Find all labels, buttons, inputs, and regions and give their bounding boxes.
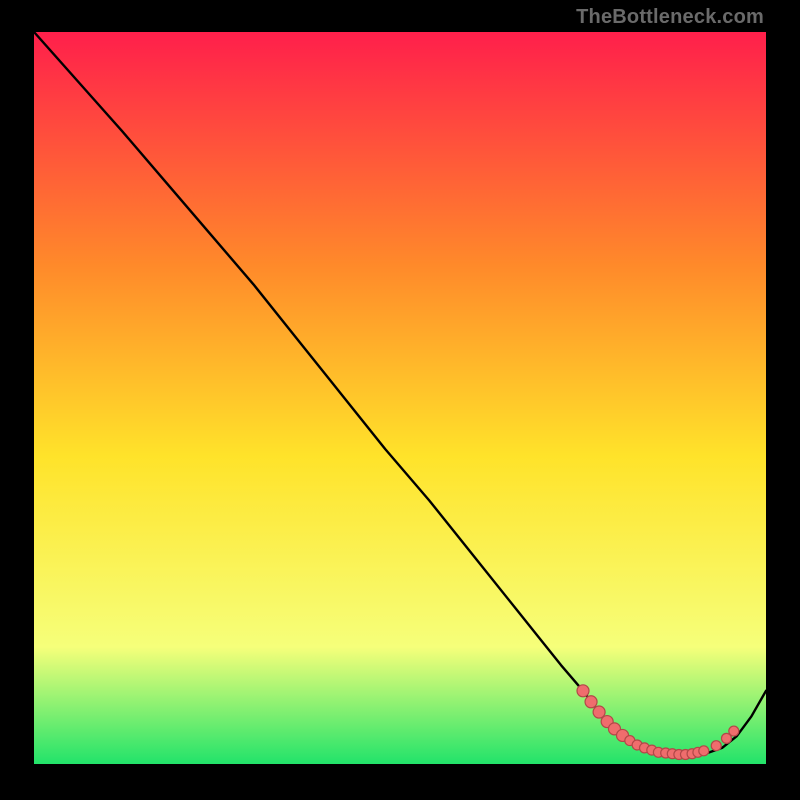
attribution-text: TheBottleneck.com [576, 6, 764, 29]
plot-area [34, 32, 766, 764]
curve-marker [729, 726, 739, 736]
curve-marker [577, 685, 589, 697]
curve-marker [711, 741, 721, 751]
gradient-background [34, 32, 766, 764]
curve-marker [585, 696, 597, 708]
curve-marker [699, 746, 709, 756]
chart-svg [34, 32, 766, 764]
chart-stage: TheBottleneck.com [0, 0, 800, 800]
